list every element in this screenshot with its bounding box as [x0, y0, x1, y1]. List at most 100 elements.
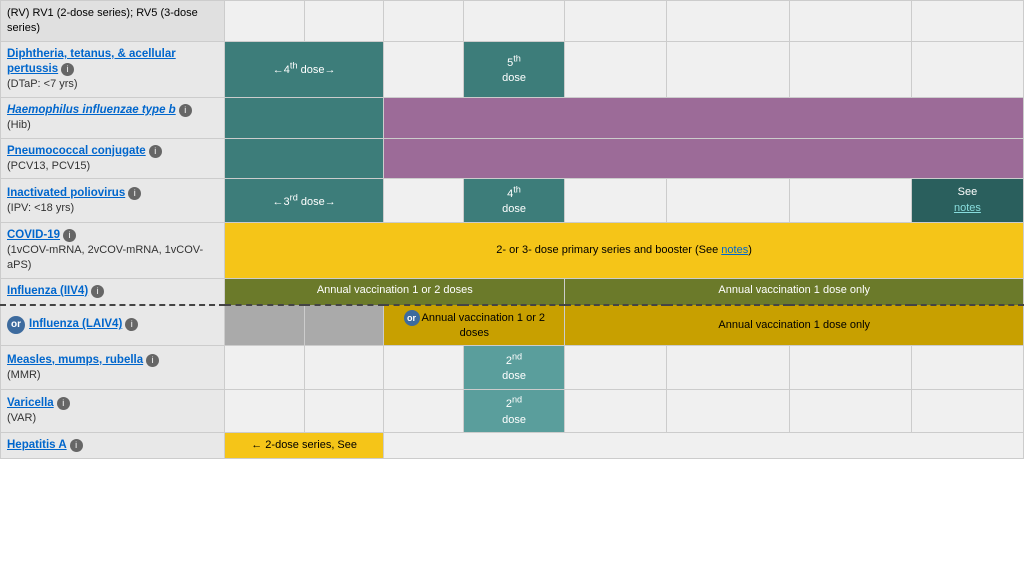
or-badge: or: [7, 316, 25, 334]
cell-text: ←3rd dose→: [273, 196, 336, 208]
schedule-cell: 4thdose: [463, 179, 565, 222]
vaccine-link[interactable]: Inactivated poliovirus: [7, 187, 125, 199]
schedule-cell: ←3rd dose→: [225, 179, 384, 222]
vaccination-schedule-table: (RV) RV1 (2-dose series); RV5 (3-dose se…: [0, 0, 1024, 459]
schedule-cell: [225, 1, 304, 42]
schedule-cell: [789, 346, 911, 389]
schedule-cell: 2nddose: [463, 389, 565, 432]
schedule-cell: [384, 97, 1024, 138]
vaccine-subtitle: (VAR): [7, 412, 36, 424]
cell-text: Annual vaccination 1 or 2 doses: [317, 284, 473, 296]
schedule-cell: [565, 346, 667, 389]
schedule-cell: [384, 346, 463, 389]
vaccine-name-cell: Pneumococcal conjugatei (PCV13, PCV15): [1, 138, 225, 179]
vaccine-subtitle: (PCV13, PCV15): [7, 160, 90, 172]
vaccine-name-cell: (RV) RV1 (2-dose series); RV5 (3-dose se…: [1, 1, 225, 42]
table-row: Diphtheria, tetanus, & acellular pertuss…: [1, 41, 1024, 97]
schedule-cell: 5thdose: [463, 41, 565, 97]
or-badge-cell: or: [404, 310, 420, 326]
info-icon[interactable]: i: [146, 354, 159, 367]
info-icon[interactable]: i: [125, 318, 138, 331]
vaccine-link[interactable]: Pneumococcal conjugate: [7, 145, 146, 157]
vaccine-name-cell: Inactivated poliovirusi(IPV: <18 yrs): [1, 179, 225, 222]
schedule-cell: [667, 346, 789, 389]
vaccine-link[interactable]: Diphtheria, tetanus, & acellular pertuss…: [7, 48, 176, 75]
table-row: (RV) RV1 (2-dose series); RV5 (3-dose se…: [1, 1, 1024, 42]
vaccine-link[interactable]: Varicella: [7, 397, 54, 409]
schedule-cell: [667, 389, 789, 432]
schedule-cell: [565, 1, 667, 42]
vaccine-name-cell: or Influenza (LAIV4)i: [1, 305, 225, 346]
vaccine-label: (RV) RV1 (2-dose series); RV5 (3-dose se…: [7, 7, 198, 34]
schedule-cell: [789, 1, 911, 42]
schedule-cell: [911, 389, 1023, 432]
vaccine-subtitle: (1vCOV-mRNA, 2vCOV-mRNA, 1vCOV-aPS): [7, 244, 203, 271]
table-row: COVID-19i (1vCOV-mRNA, 2vCOV-mRNA, 1vCOV-…: [1, 222, 1024, 278]
schedule-cell: [304, 389, 383, 432]
schedule-cell: [384, 1, 463, 42]
info-icon[interactable]: i: [61, 63, 74, 76]
vaccine-link[interactable]: COVID-19: [7, 229, 60, 241]
schedule-cell: [225, 138, 384, 179]
vaccine-name-cell: Haemophilus influenzae type bi (Hib): [1, 97, 225, 138]
table-row: Measles, mumps, rubellai(MMR)2nddose: [1, 346, 1024, 389]
vaccine-name-cell: Hepatitis Ai: [1, 433, 225, 459]
notes-link[interactable]: notes: [954, 202, 981, 214]
schedule-cell: [667, 1, 789, 42]
schedule-cell: [384, 433, 1024, 459]
schedule-cell: [384, 179, 463, 222]
schedule-cell: [463, 1, 565, 42]
notes-link[interactable]: notes: [721, 244, 748, 256]
vaccine-link[interactable]: Influenza (IIV4): [7, 285, 88, 297]
info-icon[interactable]: i: [91, 285, 104, 298]
covid-label: 2- or 3- dose primary series and booster…: [496, 244, 752, 256]
schedule-cell: [911, 1, 1023, 42]
schedule-cell: [565, 179, 667, 222]
vaccine-link[interactable]: Hepatitis A: [7, 439, 67, 451]
cell-text: ←4th dose→: [273, 64, 336, 76]
cell-text: Annual vaccination 1 dose only: [718, 284, 870, 296]
info-icon[interactable]: i: [179, 104, 192, 117]
table-row: Inactivated poliovirusi(IPV: <18 yrs) ←3r…: [1, 179, 1024, 222]
schedule-cell: [384, 138, 1024, 179]
schedule-cell: [384, 389, 463, 432]
vaccine-link[interactable]: Influenza (LAIV4): [29, 318, 122, 330]
schedule-cell: [304, 1, 383, 42]
table-row: Influenza (IIV4)i Annual vaccination 1 or…: [1, 278, 1024, 304]
schedule-cell: [304, 305, 383, 346]
vaccine-name-cell: Measles, mumps, rubellai (MMR): [1, 346, 225, 389]
vaccine-name-cell: Varicellai (VAR): [1, 389, 225, 432]
info-icon[interactable]: i: [128, 187, 141, 200]
schedule-cell: [225, 305, 304, 346]
vaccine-link[interactable]: Haemophilus influenzae type b: [7, 104, 176, 116]
vaccine-link[interactable]: Measles, mumps, rubella: [7, 354, 143, 366]
table-row: Haemophilus influenzae type bi (Hib): [1, 97, 1024, 138]
schedule-cell: [565, 41, 667, 97]
info-icon[interactable]: i: [70, 439, 83, 452]
schedule-cell: 2- or 3- dose primary series and booster…: [225, 222, 1024, 278]
cell-text: 5thdose: [502, 57, 526, 84]
schedule-cell: [789, 41, 911, 97]
table-row: Pneumococcal conjugatei (PCV13, PCV15): [1, 138, 1024, 179]
schedule-cell: ←4th dose→: [225, 41, 384, 97]
schedule-cell: [225, 346, 304, 389]
vaccine-subtitle: (DTaP: <7 yrs): [7, 78, 78, 90]
info-icon[interactable]: i: [149, 145, 162, 158]
schedule-cell: orAnnual vaccination 1 or 2doses: [384, 305, 565, 346]
cell-text: Annual vaccination 1 or 2doses: [422, 312, 546, 339]
vaccine-subtitle: (MMR): [7, 369, 41, 381]
schedule-cell: Seenotes: [911, 179, 1023, 222]
schedule-cell: [225, 97, 384, 138]
see-notes: Seenotes: [954, 186, 981, 213]
schedule-cell: [384, 41, 463, 97]
vaccine-name-cell: Influenza (IIV4)i: [1, 278, 225, 304]
schedule-cell: [911, 41, 1023, 97]
table-row: Varicellai (VAR) 2nddose: [1, 389, 1024, 432]
info-icon[interactable]: i: [57, 397, 70, 410]
vaccine-subtitle: (Hib): [7, 119, 31, 131]
schedule-cell: [911, 346, 1023, 389]
cell-text: Annual vaccination 1 dose only: [718, 319, 870, 331]
info-icon[interactable]: i: [63, 229, 76, 242]
schedule-cell: [789, 389, 911, 432]
schedule-cell: [565, 389, 667, 432]
